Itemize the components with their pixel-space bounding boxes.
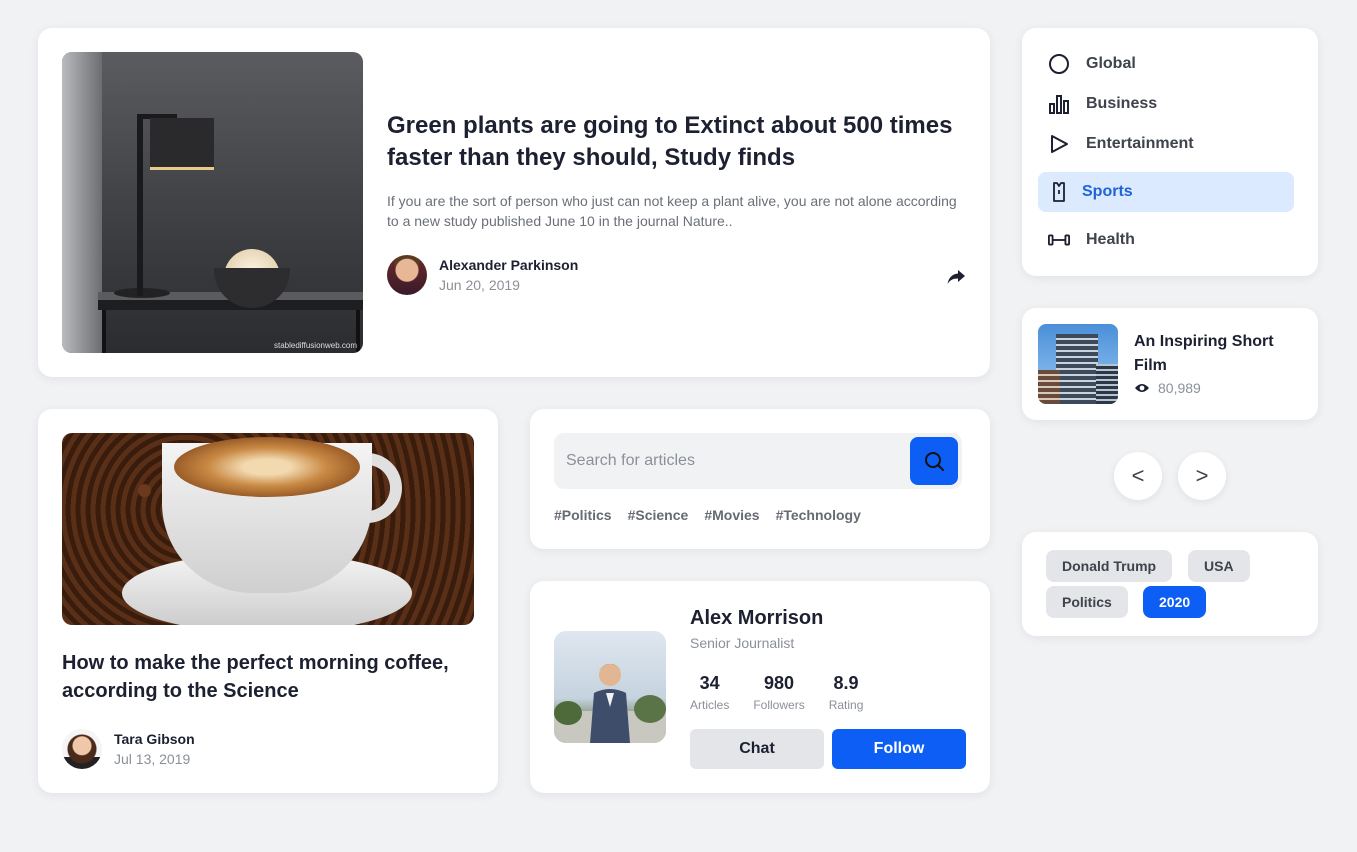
chat-button[interactable]: Chat [690, 729, 824, 769]
avatar[interactable] [387, 255, 427, 295]
view-count: 80,989 [1158, 380, 1201, 396]
share-icon[interactable] [944, 265, 968, 289]
image-watermark: stablediffusionweb.com [273, 341, 357, 350]
play-icon [1048, 133, 1070, 155]
search-button[interactable] [910, 437, 958, 485]
category-label: Global [1086, 55, 1136, 72]
hashtag-technology[interactable]: #Technology [776, 507, 861, 523]
search-input[interactable] [554, 433, 904, 489]
hashtag-list: #Politics #Science #Movies #Technology [554, 507, 861, 523]
category-item-global[interactable]: Global [1038, 44, 1294, 84]
category-label: Health [1086, 231, 1135, 248]
stat-rating: 8.9 Rating [829, 673, 864, 712]
tag-usa[interactable]: USA [1188, 550, 1250, 582]
stat-value: 34 [699, 673, 720, 693]
featured-article-title[interactable]: Green plants are going to Extinct about … [387, 110, 977, 174]
stat-value: 8.9 [833, 673, 859, 693]
profile-stats: 34 Articles 980 Followers 8.9 Rating [690, 673, 863, 712]
bar-chart-icon [1048, 93, 1070, 115]
thumbnail-building [1096, 364, 1118, 404]
stat-followers: 980 Followers [753, 673, 804, 712]
category-menu: Global Business Entertainment Sports Hea… [1022, 28, 1318, 276]
publish-date: Jun 20, 2019 [439, 277, 520, 293]
publish-date: Jul 13, 2019 [114, 751, 191, 767]
coffee-article-title[interactable]: How to make the perfect morning coffee, … [62, 649, 472, 705]
film-views: 80,989 [1134, 380, 1201, 396]
image-table-leg [102, 310, 106, 353]
profile-name[interactable]: Alex Morrison [690, 607, 823, 630]
featured-article-description: If you are the sort of person who just c… [387, 193, 957, 229]
circle-icon [1048, 53, 1070, 75]
profile-photo[interactable] [554, 631, 666, 743]
film-thumbnail[interactable] [1038, 324, 1118, 404]
dumbbell-icon [1048, 229, 1070, 251]
stat-label: Followers [753, 698, 805, 712]
category-label: Business [1086, 95, 1158, 112]
tag-politics[interactable]: Politics [1046, 586, 1128, 618]
tag-cloud-card: Donald Trump USA Politics 2020 [1022, 532, 1318, 636]
prev-button[interactable]: < [1114, 452, 1162, 500]
stat-value: 980 [764, 673, 795, 693]
category-item-sports[interactable]: Sports [1038, 172, 1294, 212]
stat-articles: 34 Articles [690, 673, 729, 712]
film-title[interactable]: An Inspiring Short Film [1134, 330, 1304, 378]
category-label: Entertainment [1086, 135, 1194, 152]
category-item-business[interactable]: Business [1038, 84, 1294, 124]
featured-article-author[interactable]: Alexander Parkinson Jun 20, 2019 [387, 255, 578, 295]
coffee-article-image[interactable] [62, 433, 474, 625]
image-latte-art [174, 437, 360, 497]
thumbnail-building [1056, 334, 1098, 404]
search-card: #Politics #Science #Movies #Technology [530, 409, 990, 549]
search-icon [925, 452, 944, 471]
image-lamp-pole [137, 116, 143, 296]
follow-button[interactable]: Follow [832, 729, 966, 769]
eye-icon [1135, 384, 1149, 392]
tag-donald-trump[interactable]: Donald Trump [1046, 550, 1173, 582]
search-box [554, 433, 962, 489]
hashtag-politics[interactable]: #Politics [554, 507, 612, 523]
featured-article-image[interactable]: stablediffusionweb.com [62, 52, 363, 353]
author-name[interactable]: Alexander Parkinson [439, 257, 578, 273]
category-label: Sports [1082, 183, 1133, 200]
avatar[interactable] [62, 729, 102, 769]
category-item-entertainment[interactable]: Entertainment [1038, 124, 1294, 164]
hashtag-movies[interactable]: #Movies [704, 507, 759, 523]
short-film-card[interactable]: An Inspiring Short Film 80,989 [1022, 308, 1318, 420]
thumbnail-building [1038, 370, 1060, 404]
tag-2020[interactable]: 2020 [1143, 586, 1207, 618]
next-button[interactable]: > [1178, 452, 1226, 500]
stat-label: Rating [828, 698, 864, 712]
shirt-icon [1048, 181, 1070, 203]
coffee-article-card[interactable]: How to make the perfect morning coffee, … [38, 409, 498, 793]
category-item-health[interactable]: Health [1038, 220, 1294, 260]
profile-role: Senior Journalist [690, 635, 795, 651]
featured-article-card[interactable]: stablediffusionweb.com Green plants are … [38, 28, 990, 377]
author-name[interactable]: Tara Gibson [114, 731, 195, 747]
stat-label: Articles [690, 698, 730, 712]
journalist-profile-card: Alex Morrison Senior Journalist 34 Artic… [530, 581, 990, 793]
coffee-article-author[interactable]: Tara Gibson Jul 13, 2019 [62, 729, 195, 769]
hashtag-science[interactable]: #Science [628, 507, 689, 523]
image-wall [62, 52, 102, 353]
image-lamp-shade [150, 118, 214, 170]
